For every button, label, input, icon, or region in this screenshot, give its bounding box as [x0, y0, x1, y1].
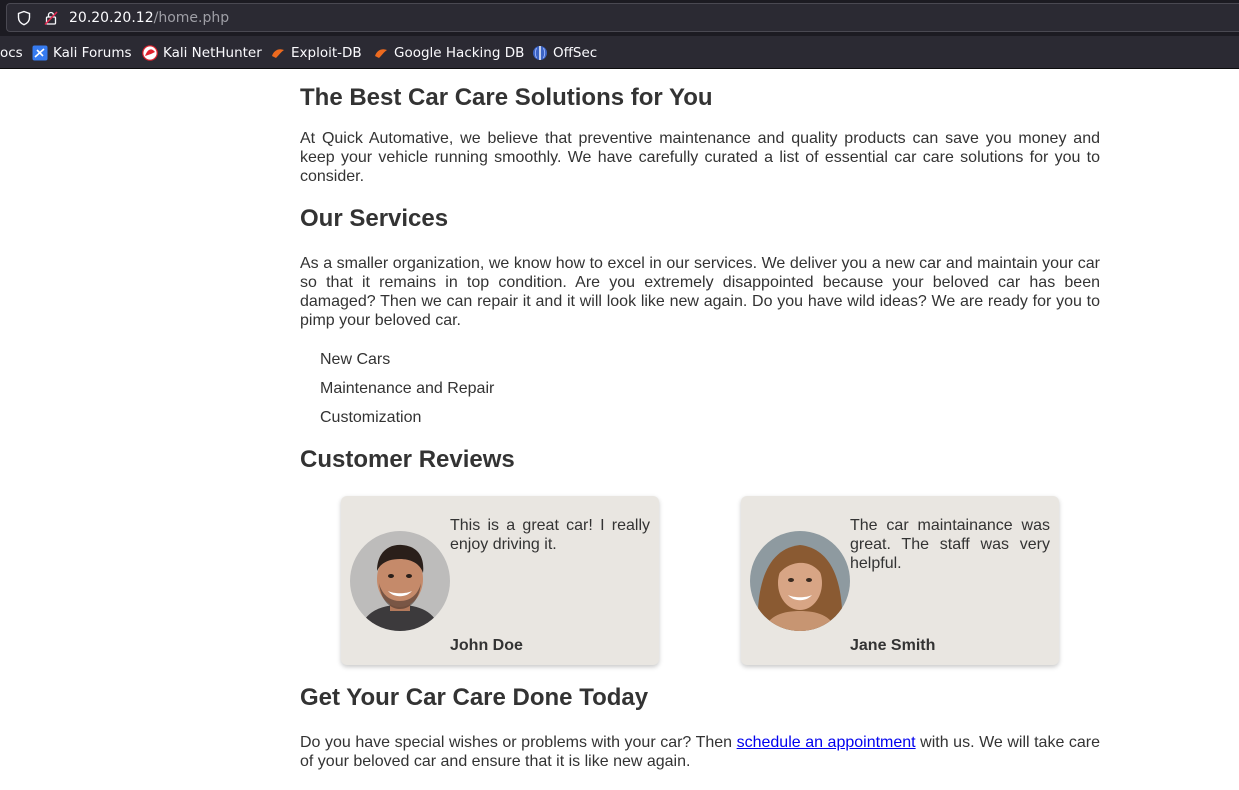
- bookmark-google-hacking-db[interactable]: Google Hacking DB: [373, 44, 524, 62]
- hero-title: The Best Car Care Solutions for You: [300, 84, 713, 111]
- url-host: 20.20.20.12: [69, 10, 154, 26]
- bookmark-label: Kali Forums: [53, 45, 132, 61]
- cta-text: Do you have special wishes or problems w…: [300, 733, 1100, 771]
- reviewer-name: Jane Smith: [850, 637, 936, 654]
- review-card: This is a great car! I really enjoy driv…: [341, 496, 659, 665]
- review-text: The car maintainance was great. The staf…: [850, 517, 1050, 572]
- bookmark-label: Exploit-DB: [291, 45, 362, 61]
- kali-forums-icon: [32, 45, 48, 61]
- review-card: The car maintainance was great. The staf…: [741, 496, 1059, 665]
- bookmark-label: OffSec: [553, 45, 598, 61]
- bookmark-label: Google Hacking DB: [394, 45, 525, 61]
- reviewer-avatar-john: [350, 531, 450, 631]
- reviewer-name: John Doe: [450, 637, 523, 654]
- service-item: Maintenance and Repair: [320, 380, 495, 397]
- offsec-icon: [533, 46, 547, 60]
- bookmark-exploit-db[interactable]: Exploit-DB: [270, 44, 362, 62]
- exploit-db-icon: [272, 49, 284, 58]
- schedule-appointment-link[interactable]: schedule an appointment: [737, 734, 916, 751]
- tracking-protection-shield-icon[interactable]: [16, 10, 32, 26]
- bookmarks-toolbar: ocs Kali Forums Kali NetHunter Exploit-D…: [0, 36, 1239, 69]
- url-path: /home.php: [153, 10, 230, 26]
- url-text[interactable]: 20.20.20.12/home.php: [69, 10, 229, 26]
- services-text: As a smaller organization, we know how t…: [300, 255, 1100, 329]
- review-text: This is a great car! I really enjoy driv…: [450, 517, 650, 553]
- service-item: New Cars: [320, 351, 391, 368]
- bookmark-kali-nethunter[interactable]: Kali NetHunter: [142, 44, 262, 62]
- insecure-lock-icon[interactable]: [43, 10, 59, 26]
- bookmark-docs[interactable]: ocs: [0, 44, 23, 62]
- ghdb-icon: [375, 49, 387, 58]
- bookmark-label: Kali NetHunter: [163, 45, 262, 61]
- browser-toolbar: 20.20.20.12/home.php: [0, 0, 1239, 36]
- cta-title: Get Your Car Care Done Today: [300, 684, 649, 711]
- service-item: Customization: [320, 409, 422, 426]
- hero-text: At Quick Automative, we believe that pre…: [300, 130, 1100, 185]
- bookmark-kali-forums[interactable]: Kali Forums: [32, 44, 132, 62]
- services-title: Our Services: [300, 205, 449, 232]
- kali-nethunter-icon: [142, 45, 158, 61]
- url-bar[interactable]: 20.20.20.12/home.php: [6, 3, 1239, 32]
- reviews-title: Customer Reviews: [300, 446, 515, 473]
- services-list: New Cars Maintenance and Repair Customiz…: [320, 350, 494, 437]
- cta-text-before: Do you have special wishes or problems w…: [300, 734, 737, 751]
- bookmark-label: ocs: [0, 45, 23, 61]
- reviewer-avatar-jane: [750, 531, 850, 631]
- bookmark-offsec[interactable]: OffSec: [532, 44, 597, 62]
